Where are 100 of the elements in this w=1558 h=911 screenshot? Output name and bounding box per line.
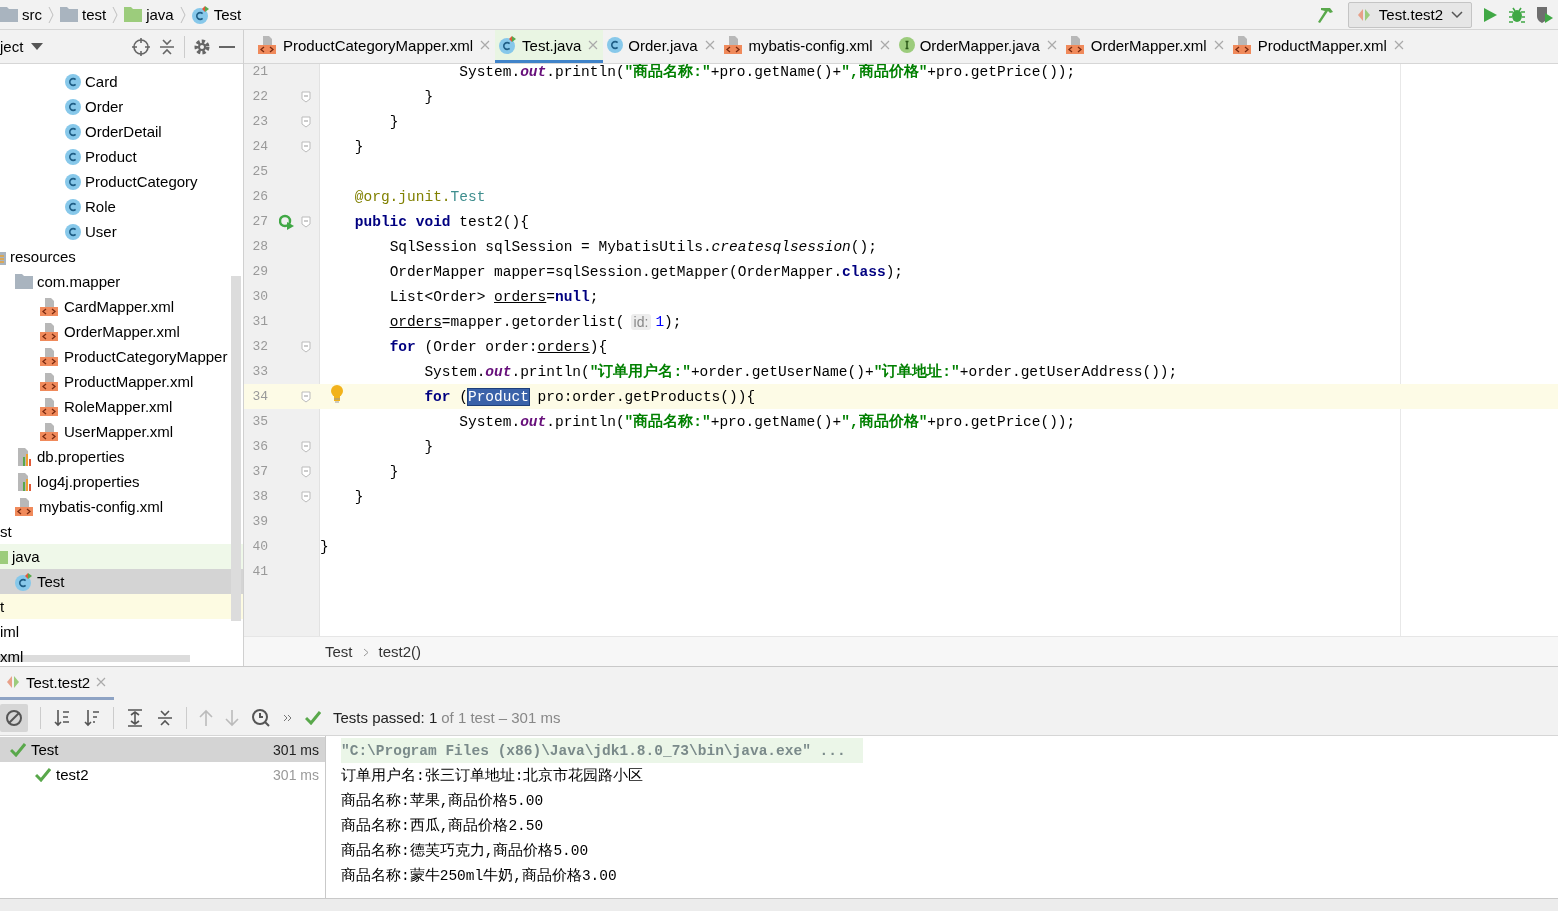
history-icon[interactable]	[251, 707, 271, 728]
tree-item[interactable]: ProductCategory	[0, 169, 243, 194]
more-icon[interactable]	[283, 712, 293, 723]
class-icon	[65, 98, 81, 115]
tree-item[interactable]: java	[0, 544, 243, 569]
fold-icon[interactable]	[301, 340, 311, 353]
test-run-icon	[6, 676, 20, 688]
sort-alpha-icon[interactable]	[53, 708, 71, 727]
tree-item[interactable]: UserMapper.xml	[0, 419, 243, 444]
tree-item[interactable]: Role	[0, 194, 243, 219]
editor-tab[interactable]: ProductMapper.xml	[1228, 30, 1409, 63]
collapse-all-icon[interactable]	[158, 37, 176, 56]
class-icon	[607, 37, 624, 53]
chevron-icon	[48, 5, 54, 24]
run-test-icon[interactable]	[279, 213, 295, 230]
run-icon[interactable]	[1482, 6, 1498, 23]
xml-file-icon	[1065, 36, 1086, 54]
editor-tab[interactable]: OrderMapper.java	[894, 30, 1062, 63]
debug-icon[interactable]	[1508, 5, 1526, 24]
console-line: 商品名称:苹果,商品价格5.00	[341, 791, 545, 811]
tree-item[interactable]: Order	[0, 94, 243, 119]
breadcrumb-item[interactable]: test2()	[378, 643, 422, 660]
code-line: public void test2(){	[353, 213, 529, 230]
class-icon	[65, 173, 81, 190]
tree-item[interactable]: Card	[0, 69, 243, 94]
fold-icon[interactable]	[301, 215, 311, 228]
editor-tab[interactable]: mybatis-config.xml	[719, 30, 895, 63]
tree-item[interactable]: OrderDetail	[0, 119, 243, 144]
tree-item[interactable]: ProductCategoryMapper	[0, 344, 243, 369]
expand-all-icon[interactable]	[126, 708, 144, 727]
tree-item[interactable]: log4j.properties	[0, 469, 243, 494]
close-icon[interactable]	[588, 40, 599, 50]
breadcrumb-item[interactable]: src	[0, 6, 42, 23]
fold-icon[interactable]	[301, 465, 311, 478]
locate-icon[interactable]	[132, 37, 150, 56]
test-item[interactable]: Test 301 ms	[0, 737, 325, 762]
show-ignored-button[interactable]	[0, 703, 28, 732]
coverage-icon[interactable]	[1536, 5, 1554, 24]
breadcrumb-item[interactable]: Test	[191, 5, 242, 24]
fold-icon[interactable]	[301, 390, 311, 403]
tree-item[interactable]: t	[0, 594, 243, 619]
editor-tab[interactable]: OrderMapper.xml	[1061, 30, 1229, 63]
tree-item[interactable]: CardMapper.xml	[0, 294, 243, 319]
scrollbar[interactable]	[231, 276, 241, 621]
close-icon[interactable]	[704, 40, 715, 50]
fold-icon[interactable]	[301, 115, 311, 128]
fold-icon[interactable]	[301, 490, 311, 503]
sort-duration-icon[interactable]	[83, 708, 101, 727]
tree-item[interactable]: mybatis-config.xml	[0, 494, 243, 519]
test-summary-detail: of 1 test – 301 ms	[441, 709, 561, 726]
test-item[interactable]: test2 301 ms	[0, 762, 325, 787]
settings-icon[interactable]	[193, 37, 211, 56]
close-icon[interactable]	[1213, 40, 1224, 50]
tree-item[interactable]: Product	[0, 144, 243, 169]
code-line: }	[353, 488, 364, 505]
tree-item[interactable]: db.properties	[0, 444, 243, 469]
tree-item[interactable]: User	[0, 219, 243, 244]
run-configuration-dropdown[interactable]: Test.test2	[1347, 1, 1472, 28]
code-line: for (Order order:orders){	[388, 338, 608, 355]
tree-item[interactable]: iml	[0, 619, 243, 644]
collapse-all-icon[interactable]	[156, 708, 174, 727]
editor-tab[interactable]: Test.java	[495, 30, 604, 63]
editor-tab[interactable]: ProductCategoryMapper.xml	[254, 30, 496, 63]
fold-icon[interactable]	[301, 140, 311, 153]
tree-item[interactable]: ProductMapper.xml	[0, 369, 243, 394]
tree-item[interactable]: xml	[0, 644, 243, 666]
project-view-title[interactable]: ject	[0, 38, 24, 55]
code-line: }	[423, 88, 434, 105]
tree-item[interactable]: OrderMapper.xml	[0, 319, 243, 344]
tree-item[interactable]: st	[0, 519, 243, 544]
close-icon[interactable]	[879, 40, 890, 50]
class-icon	[65, 223, 81, 240]
tree-item[interactable]: Test	[0, 569, 243, 594]
breadcrumb-item[interactable]: test	[60, 6, 107, 23]
close-icon[interactable]	[1393, 40, 1404, 50]
up-arrow-icon[interactable]	[199, 708, 213, 727]
fold-icon[interactable]	[301, 440, 311, 453]
breadcrumb-item[interactable]: Test	[325, 643, 353, 660]
line-number: 36	[251, 439, 268, 454]
code-line: }	[320, 538, 329, 555]
xml-file-icon	[40, 347, 60, 366]
fold-icon[interactable]	[301, 90, 311, 103]
folder-icon	[60, 7, 78, 22]
close-icon[interactable]	[1046, 40, 1057, 50]
down-arrow-icon[interactable]	[225, 708, 239, 727]
caret-icon[interactable]	[31, 42, 44, 51]
chevron-icon	[179, 5, 186, 24]
line-number: 34	[251, 389, 268, 404]
line-number: 41	[251, 564, 268, 579]
tree-item[interactable]: resources	[0, 244, 243, 269]
tree-item[interactable]: RoleMapper.xml	[0, 394, 243, 419]
editor-tab[interactable]: Order.java	[603, 30, 720, 63]
line-number: 38	[251, 489, 268, 504]
breadcrumb-item[interactable]: java	[124, 6, 174, 23]
xml-file-icon	[40, 372, 60, 391]
close-icon[interactable]	[96, 677, 107, 687]
xml-file-icon	[40, 322, 60, 341]
close-icon[interactable]	[480, 40, 491, 50]
folder-icon	[15, 274, 33, 289]
tree-item[interactable]: com.mapper	[0, 269, 243, 294]
